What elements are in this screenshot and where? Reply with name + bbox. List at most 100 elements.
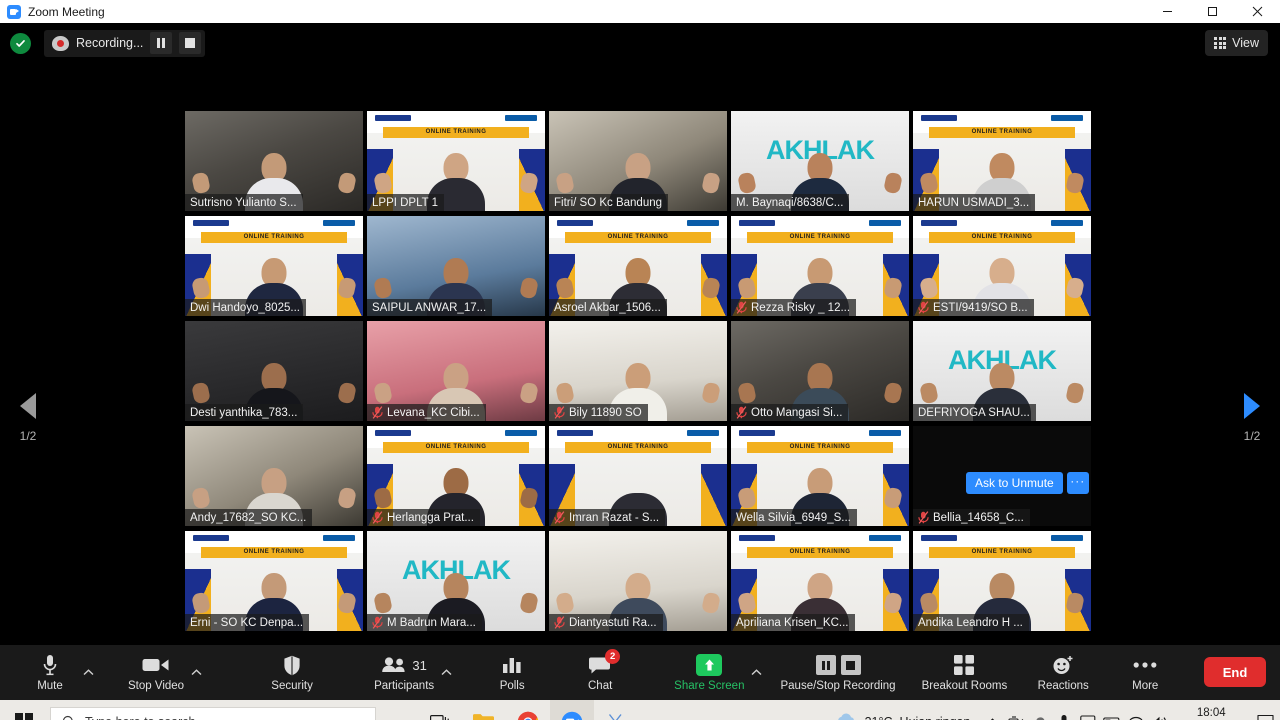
minimize-button[interactable] (1145, 0, 1190, 23)
previous-page-control[interactable]: 1/2 (0, 393, 56, 443)
grid-icon (1214, 37, 1227, 49)
notification-icon (1256, 714, 1274, 720)
start-button[interactable] (0, 700, 48, 720)
share-screen-button[interactable]: Share Screen (674, 645, 744, 700)
file-explorer-button[interactable] (462, 700, 506, 720)
pause-stop-recording-button[interactable]: Pause/Stop Recording (780, 645, 896, 700)
upload-arrow-icon (696, 653, 723, 677)
participant-tile[interactable]: Sutrisno Yulianto S... (185, 111, 363, 211)
weather-widget[interactable]: 31°C Hujan ringan (832, 713, 981, 720)
participant-tile[interactable]: ONLINE TRAINING ESTI/9419/SO B... (913, 216, 1091, 316)
participant-tile[interactable]: ONLINE TRAINING Apriliana Krisen_KC... (731, 531, 909, 631)
participant-tile[interactable]: ONLINE TRAINING HARUN USMADI_3... (913, 111, 1091, 211)
end-meeting-button[interactable]: End (1204, 657, 1266, 687)
pause-icon[interactable] (815, 655, 836, 675)
participant-tile[interactable]: AKHLAK M Badrun Mara... (367, 531, 545, 631)
maximize-button[interactable] (1190, 0, 1235, 23)
security-shield-icon[interactable] (10, 32, 31, 54)
participant-name-bar: Dwi Handoyo_8025... (185, 299, 306, 316)
participant-name: Diantyastuti Ra... (569, 616, 657, 629)
onedrive-icon[interactable] (1028, 700, 1052, 720)
clock-time: 18:04 (1196, 706, 1226, 719)
stop-video-button[interactable]: Stop Video (128, 645, 184, 700)
notification-center-button[interactable] (1250, 700, 1280, 720)
task-view-button[interactable] (418, 700, 462, 720)
participants-button[interactable]: 31 Participants (374, 645, 434, 700)
participant-name-bar: Desti yanthika_783... (185, 404, 304, 421)
share-screen-label: Share Screen (674, 680, 745, 692)
chrome-button[interactable] (506, 700, 550, 720)
participant-tile[interactable]: Bily 11890 SO (549, 321, 727, 421)
battery-icon[interactable] (1100, 700, 1124, 720)
participant-tile[interactable]: ONLINE TRAINING Asroel Akbar_1506... (549, 216, 727, 316)
breakout-rooms-button[interactable]: Breakout Rooms (922, 645, 1007, 700)
camera-tray-icon[interactable] (1004, 700, 1028, 720)
snipping-tool-button[interactable] (594, 700, 638, 720)
recording-controls-icon (815, 653, 861, 677)
participant-tile[interactable]: AKHLAK DEFRIYOGA SHAU... (913, 321, 1091, 421)
tray-expand-button[interactable] (980, 700, 1004, 720)
participant-tile[interactable]: Otto Mangasi Si... (731, 321, 909, 421)
smiley-plus-icon (1052, 653, 1074, 677)
mute-button[interactable]: Mute (24, 645, 76, 700)
security-label: Security (271, 680, 313, 692)
polls-button[interactable]: Polls (486, 645, 538, 700)
muted-microphone-icon (372, 511, 383, 524)
page-indicator-right: 1/2 (1243, 429, 1261, 443)
participant-tile[interactable]: ONLINE TRAINING Erni - SO KC Denpa... (185, 531, 363, 631)
participants-options-chevron[interactable] (434, 645, 458, 700)
reactions-button[interactable]: Reactions (1037, 645, 1089, 700)
wifi-icon[interactable] (1124, 700, 1148, 720)
video-options-chevron[interactable] (184, 645, 208, 700)
participant-tile[interactable]: ONLINE TRAINING Herlangga Prat... (367, 426, 545, 526)
windows-taskbar: Type here to search (0, 700, 1280, 720)
window-controls (1145, 0, 1280, 23)
stop-icon[interactable] (840, 655, 861, 675)
next-page-control[interactable]: 1/2 (1224, 393, 1280, 443)
video-gallery: 1/2 1/2 Sutrisno Yulianto S... ONLINE TRA… (0, 63, 1280, 645)
zoom-taskbar-button[interactable] (550, 700, 594, 720)
participant-tile[interactable]: ONLINE TRAINING Rezza Risky _ 12... (731, 216, 909, 316)
participant-name-bar: Diantyastuti Ra... (549, 614, 663, 631)
chat-button[interactable]: 2 Chat (574, 645, 626, 700)
participant-tile[interactable]: ONLINE TRAINING LPPI DPLT 1 (367, 111, 545, 211)
participant-tile[interactable]: ONLINE TRAINING Imran Razat - S... (549, 426, 727, 526)
recording-toolbar-label: Pause/Stop Recording (780, 680, 896, 692)
participant-name-bar: LPPI DPLT 1 (367, 194, 445, 211)
participant-name: Dwi Handoyo_8025... (190, 301, 300, 314)
participant-tile[interactable]: Fitri/ SO Kc Bandung (549, 111, 727, 211)
participant-tile[interactable]: AKHLAK M. Baynaqi/8638/C... (731, 111, 909, 211)
search-input[interactable]: Type here to search (50, 706, 376, 720)
bar-chart-icon (502, 653, 522, 677)
stop-recording-button[interactable] (179, 32, 202, 54)
share-options-chevron[interactable] (744, 645, 768, 700)
view-button[interactable]: View (1205, 30, 1268, 56)
participant-name: LPPI DPLT 1 (372, 196, 439, 209)
chat-label: Chat (588, 680, 613, 692)
microphone-tray-icon[interactable] (1052, 700, 1076, 720)
security-button[interactable]: Security (266, 645, 318, 700)
ask-to-unmute-button[interactable]: Ask to Unmute (966, 472, 1063, 494)
volume-icon[interactable] (1148, 700, 1172, 720)
display-tray-icon[interactable] (1076, 700, 1100, 720)
participant-name: Bellia_14658_C... (933, 511, 1024, 524)
stop-video-label: Stop Video (128, 680, 185, 692)
taskbar-clock[interactable]: 18:04 09/07/2021 (1172, 706, 1250, 720)
more-button[interactable]: More (1119, 645, 1171, 700)
participant-tile[interactable]: Desti yanthika_783... (185, 321, 363, 421)
participant-tile[interactable]: SAIPUL ANWAR_17... (367, 216, 545, 316)
participant-tile[interactable]: ONLINE TRAINING Wella Silvia_6949_S... (731, 426, 909, 526)
participant-more-options-button[interactable]: ··· (1066, 472, 1089, 494)
meeting-toolbar: Mute Stop Video Security 31 Participants… (0, 645, 1280, 700)
close-button[interactable] (1235, 0, 1280, 23)
participant-tile[interactable]: Diantyastuti Ra... (549, 531, 727, 631)
participant-tile[interactable]: ONLINE TRAINING Andika Leandro H ... (913, 531, 1091, 631)
participant-tile[interactable]: Levana_KC Cibi... (367, 321, 545, 421)
participant-tile[interactable]: ONLINE TRAINING Dwi Handoyo_8025... (185, 216, 363, 316)
participant-name-bar: Imran Razat - S... (549, 509, 666, 526)
pause-recording-button[interactable] (150, 32, 173, 54)
participant-name-bar: Fitri/ SO Kc Bandung (549, 194, 669, 211)
audio-options-chevron[interactable] (76, 645, 100, 700)
muted-microphone-icon (918, 301, 929, 314)
participant-tile[interactable]: Andy_17682_SO KC... (185, 426, 363, 526)
